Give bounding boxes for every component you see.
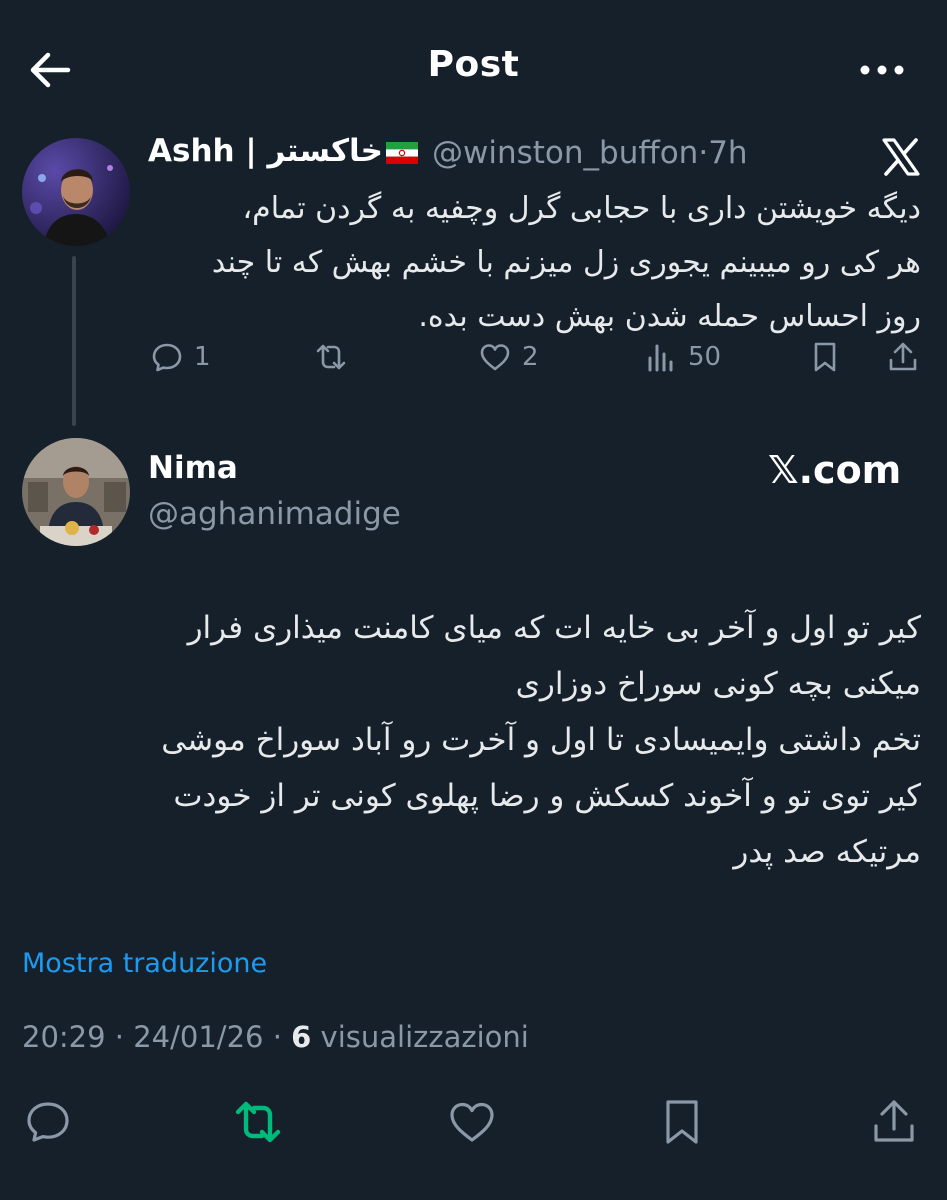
bookmark-button[interactable] xyxy=(808,340,842,374)
views-count: 50 xyxy=(688,342,722,372)
author-name[interactable]: Ashh | خاکستر xyxy=(148,133,383,169)
reply-icon xyxy=(27,1102,69,1142)
page-title: Post xyxy=(427,44,520,85)
author-handle: @winston_buffon xyxy=(432,135,699,171)
post-text-line: هر کی رو میبینم یجوری زل میزنم با خشم به… xyxy=(211,245,921,280)
post-text: کیر تو اول و آخر بی خایه ات که میای کامن… xyxy=(21,600,921,880)
like-button[interactable] xyxy=(446,1096,498,1148)
repost-icon xyxy=(235,1101,281,1143)
more-options-button[interactable] xyxy=(856,52,912,88)
reply-icon xyxy=(152,343,182,372)
separator-dot: · xyxy=(698,135,709,171)
reply-count: 1 xyxy=(194,342,211,372)
translate-link[interactable]: Mostra traduzione xyxy=(22,948,267,979)
x-logo-icon xyxy=(880,136,922,178)
flag-icon xyxy=(386,142,418,164)
share-button[interactable] xyxy=(886,340,920,374)
post-text-line: تخم داشتی وایمیسادی تا اول و آخرت رو آبا… xyxy=(161,722,921,758)
avatar[interactable] xyxy=(22,438,130,546)
separator-dot: · xyxy=(114,1020,125,1054)
post-text-line: روز احساس حمله شدن بهش دست بده. xyxy=(418,299,921,334)
views-count: 6 xyxy=(291,1020,312,1054)
author-name[interactable]: Nima xyxy=(148,450,238,486)
views-button[interactable]: 50 xyxy=(644,340,721,374)
views-chart-icon xyxy=(648,344,673,372)
more-dots-icon xyxy=(860,65,904,75)
like-button[interactable]: 2 xyxy=(478,340,539,374)
share-button[interactable] xyxy=(868,1096,920,1148)
author-handle-line[interactable]: @winston_buffon·7h xyxy=(432,135,748,171)
author-handle[interactable]: @aghanimadige xyxy=(148,496,401,532)
share-icon xyxy=(874,1100,914,1142)
reply-button[interactable] xyxy=(22,1096,74,1148)
thread-line xyxy=(72,256,76,426)
bookmark-icon xyxy=(666,1100,698,1144)
repost-button[interactable] xyxy=(232,1096,284,1148)
heart-icon xyxy=(480,344,510,371)
profile-photo-ashh xyxy=(22,138,130,246)
reply-button[interactable]: 1 xyxy=(150,340,211,374)
post-time: 7h xyxy=(708,135,748,171)
bookmark-icon xyxy=(814,342,836,372)
post-date[interactable]: 24/01/26 xyxy=(133,1020,263,1054)
like-count: 2 xyxy=(522,342,539,372)
profile-photo-nima xyxy=(22,438,130,546)
post-text-line: میکنی بچه کونی سوراخ دوزاری xyxy=(515,666,921,702)
repost-button[interactable] xyxy=(314,340,348,374)
post-text-line: مرتیکه صد پدر xyxy=(733,834,921,870)
x-com-watermark: 𝕏.com xyxy=(768,448,902,492)
post-text-line: دیگه خویشتن داری با حجابی گرل وچفیه به گ… xyxy=(242,191,921,226)
post-time[interactable]: 20:29 xyxy=(22,1020,106,1054)
post-text: دیگه خویشتن داری با حجابی گرل وچفیه به گ… xyxy=(141,182,921,344)
post-meta: 20:29 · 24/01/26 · 6 visualizzazioni xyxy=(22,1020,529,1054)
share-icon xyxy=(889,342,917,371)
post-text-line: کیر توی تو و آخوند کسکش و رضا پهلوی کونی… xyxy=(173,778,921,814)
bookmark-button[interactable] xyxy=(656,1096,708,1148)
post-text-line: کیر تو اول و آخر بی خایه ات که میای کامن… xyxy=(187,610,921,646)
separator-dot: · xyxy=(272,1020,282,1054)
repost-icon xyxy=(316,344,346,370)
avatar[interactable] xyxy=(22,138,130,246)
heart-icon xyxy=(450,1102,494,1142)
views-label: visualizzazioni xyxy=(320,1020,529,1054)
